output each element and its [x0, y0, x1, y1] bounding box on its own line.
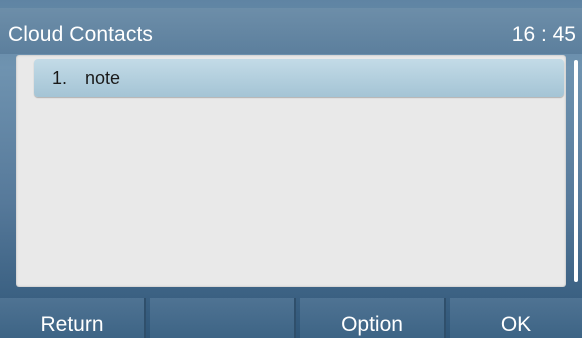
list-item-label: note [85, 68, 121, 88]
ok-softkey[interactable]: OK [450, 298, 582, 338]
list-item-index: 1. [52, 68, 68, 88]
clock: 16 : 45 [511, 23, 576, 46]
scrollbar[interactable] [574, 60, 578, 282]
return-softkey-label: Return [40, 313, 104, 336]
softkey-bar: Return Option OK [0, 298, 582, 338]
page-title: Cloud Contacts [8, 23, 153, 46]
list-item[interactable]: 1. note [34, 59, 564, 97]
empty-softkey[interactable] [150, 298, 296, 338]
return-softkey[interactable]: Return [0, 298, 146, 338]
phone-screen: Cloud Contacts 16 : 45 1. note Return Op… [0, 0, 582, 338]
option-softkey[interactable]: Option [300, 298, 446, 338]
title-bar: Cloud Contacts 16 : 45 [0, 8, 582, 54]
option-softkey-label: Option [341, 313, 403, 336]
ok-softkey-label: OK [500, 313, 532, 336]
contact-list: 1. note [16, 55, 566, 287]
